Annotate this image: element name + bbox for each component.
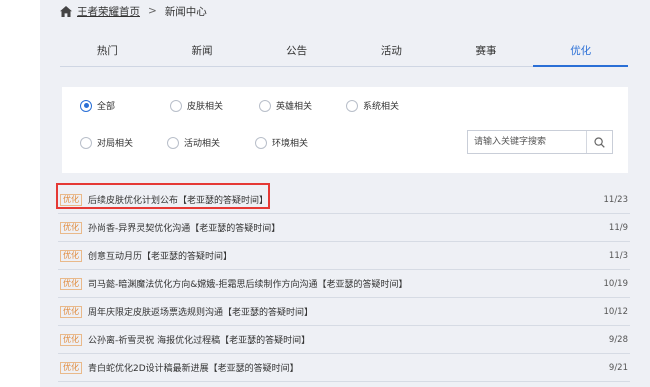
news-date: 10/19 — [603, 278, 629, 289]
tab-esports[interactable]: 赛事 — [439, 38, 534, 66]
filter-match-radio[interactable]: 对局相关 — [80, 136, 133, 149]
tab-news[interactable]: 新闻 — [155, 38, 250, 66]
radio-icon — [167, 136, 179, 149]
category-tag: 优化 — [60, 221, 82, 234]
search-box — [467, 130, 613, 154]
news-date: 9/21 — [608, 362, 628, 373]
radio-icon — [346, 99, 358, 112]
filter-label: 活动相关 — [184, 139, 221, 149]
category-tag: 优化 — [60, 305, 82, 318]
news-item[interactable]: 优化 青白蛇优化2D设计稿最新进展【老亚瑟的答疑时间】 9/21 — [58, 354, 630, 382]
category-tag: 优化 — [60, 249, 82, 262]
search-input[interactable] — [468, 131, 586, 153]
news-title[interactable]: 周年庆限定皮肤返场票选规则沟通【老亚瑟的答疑时间】 — [88, 305, 313, 318]
filter-hero-radio[interactable]: 英雄相关 — [259, 99, 312, 112]
news-item[interactable]: 优化 后续皮肤优化计划公布【老亚瑟的答疑时间】 11/23 — [58, 186, 630, 214]
category-tag: 优化 — [60, 277, 82, 290]
filter-label: 环境相关 — [272, 139, 309, 149]
news-date: 10/12 — [603, 306, 629, 317]
search-button[interactable] — [586, 131, 612, 153]
news-title[interactable]: 司马懿-暗渊魔法优化方向&嫦娥-拒霜思后续制作方向沟通【老亚瑟的答疑时间】 — [88, 277, 408, 290]
search-icon — [594, 133, 605, 152]
filter-activity-radio[interactable]: 活动相关 — [167, 136, 220, 149]
filter-label: 英雄相关 — [276, 102, 313, 112]
news-title[interactable]: 孙尚香-异界灵契优化沟通【老亚瑟的答疑时间】 — [88, 221, 280, 234]
home-icon[interactable] — [60, 5, 72, 17]
breadcrumb-current: 新闻中心 — [164, 5, 207, 18]
filter-label: 全部 — [97, 102, 116, 112]
filter-label: 皮肤相关 — [187, 102, 224, 112]
breadcrumb-separator: > — [148, 5, 157, 17]
category-tag: 优化 — [60, 193, 82, 206]
filter-label: 系统相关 — [363, 102, 400, 112]
news-center-panel: 王者荣耀首页 > 新闻中心 热门 新闻 公告 活动 赛事 优化 全部 皮肤相关 … — [40, 0, 650, 387]
tab-announcement[interactable]: 公告 — [249, 38, 344, 66]
filter-skin-radio[interactable]: 皮肤相关 — [170, 99, 223, 112]
radio-icon — [255, 136, 267, 149]
filter-all-radio[interactable]: 全部 — [80, 99, 115, 112]
news-title[interactable]: 公孙离-祈雪灵祝 海报优化过程稿【老亚瑟的答疑时间】 — [88, 333, 310, 346]
news-item[interactable]: 优化 公孙离-祈雪灵祝 海报优化过程稿【老亚瑟的答疑时间】 9/28 — [58, 326, 630, 354]
page-margin — [0, 0, 40, 387]
filter-box: 全部 皮肤相关 英雄相关 系统相关 对局相关 活动相关 环境相关 — [62, 87, 628, 173]
news-item[interactable]: 优化 孙尚香-异界灵契优化沟通【老亚瑟的答疑时间】 11/9 — [58, 214, 630, 242]
filter-label: 对局相关 — [97, 139, 134, 149]
news-date: 11/3 — [608, 250, 628, 261]
news-title[interactable]: 后续皮肤优化计划公布【老亚瑟的答疑时间】 — [88, 193, 268, 206]
filter-system-radio[interactable]: 系统相关 — [346, 99, 399, 112]
breadcrumb-home-link[interactable]: 王者荣耀首页 — [77, 4, 140, 19]
radio-selected-icon — [80, 99, 92, 112]
news-date: 11/9 — [608, 222, 628, 233]
radio-icon — [170, 99, 182, 112]
news-title[interactable]: 创意互动月历【老亚瑟的答疑时间】 — [88, 249, 232, 262]
radio-icon — [80, 136, 92, 149]
category-tag: 优化 — [60, 333, 82, 346]
category-tag: 优化 — [60, 361, 82, 374]
news-item[interactable]: 优化 周年庆限定皮肤返场票选规则沟通【老亚瑟的答疑时间】 10/12 — [58, 298, 630, 326]
news-date: 11/23 — [603, 194, 629, 205]
category-tabs: 热门 新闻 公告 活动 赛事 优化 — [60, 38, 628, 67]
news-item[interactable]: 优化 创意互动月历【老亚瑟的答疑时间】 11/3 — [58, 242, 630, 270]
radio-icon — [259, 99, 271, 112]
news-title[interactable]: 青白蛇优化2D设计稿最新进展【老亚瑟的答疑时间】 — [88, 361, 299, 374]
tab-optimization[interactable]: 优化 — [533, 38, 628, 67]
breadcrumb: 王者荣耀首页 > 新闻中心 — [60, 3, 207, 19]
tab-hot[interactable]: 热门 — [60, 38, 155, 66]
news-item[interactable]: 优化 司马懿-暗渊魔法优化方向&嫦娥-拒霜思后续制作方向沟通【老亚瑟的答疑时间】… — [58, 270, 630, 298]
filter-environment-radio[interactable]: 环境相关 — [255, 136, 308, 149]
news-list: 优化 后续皮肤优化计划公布【老亚瑟的答疑时间】 11/23 优化 孙尚香-异界灵… — [58, 186, 630, 382]
news-date: 9/28 — [608, 334, 628, 345]
tab-events[interactable]: 活动 — [344, 38, 439, 66]
